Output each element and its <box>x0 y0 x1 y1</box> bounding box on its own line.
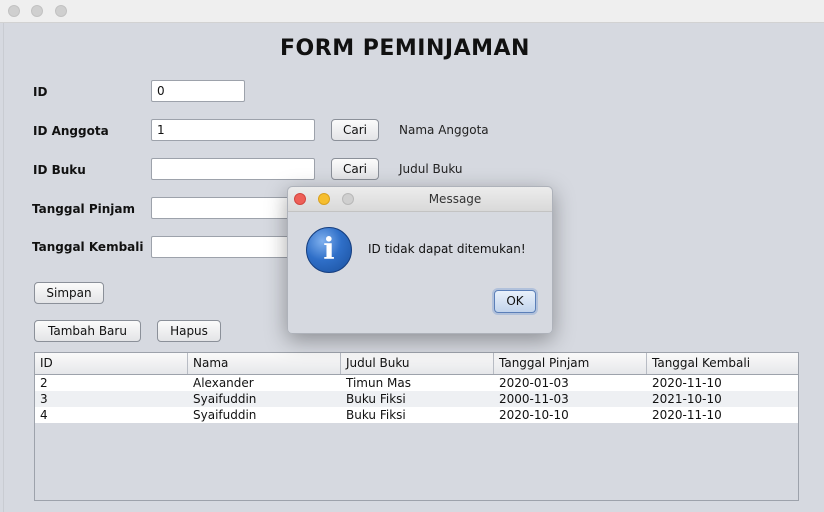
id-anggota-field[interactable]: 1 <box>151 119 315 141</box>
table-header: ID Nama Judul Buku Tanggal Pinjam Tangga… <box>35 353 798 375</box>
peminjaman-table[interactable]: ID Nama Judul Buku Tanggal Pinjam Tangga… <box>34 352 799 501</box>
table-row[interactable]: 3 Syaifuddin Buku Fiksi 2000-11-03 2021-… <box>35 391 798 407</box>
window-titlebar <box>0 0 824 23</box>
cell-id: 3 <box>40 392 48 406</box>
label-id-anggota: ID Anggota <box>33 124 109 138</box>
cell-judul-buku: Buku Fiksi <box>346 408 406 422</box>
tambah-baru-button[interactable]: Tambah Baru <box>34 320 141 342</box>
nama-anggota-label: Nama Anggota <box>399 123 489 137</box>
ok-button[interactable]: OK <box>494 290 536 313</box>
dialog-message: ID tidak dapat ditemukan! <box>368 242 526 256</box>
cell-id: 2 <box>40 376 48 390</box>
cell-nama: Syaifuddin <box>193 392 257 406</box>
cell-tanggal-kembali: 2020-11-10 <box>652 376 722 390</box>
cell-nama: Syaifuddin <box>193 408 257 422</box>
column-header-id[interactable]: ID <box>35 353 188 374</box>
id-buku-field[interactable] <box>151 158 315 180</box>
id-field[interactable]: 0 <box>151 80 245 102</box>
close-window-button[interactable] <box>8 5 20 17</box>
cell-judul-buku: Timun Mas <box>346 376 411 390</box>
cell-tanggal-pinjam: 2020-01-03 <box>499 376 569 390</box>
cell-nama: Alexander <box>193 376 254 390</box>
cell-judul-buku: Buku Fiksi <box>346 392 406 406</box>
label-tanggal-kembali: Tanggal Kembali <box>32 240 144 254</box>
page-title: FORM PEMINJAMAN <box>280 36 530 61</box>
table-row[interactable]: 4 Syaifuddin Buku Fiksi 2020-10-10 2020-… <box>35 407 798 423</box>
cell-tanggal-pinjam: 2000-11-03 <box>499 392 569 406</box>
cell-id: 4 <box>40 408 48 422</box>
column-header-tanggal-kembali[interactable]: Tanggal Kembali <box>647 353 798 374</box>
zoom-window-button[interactable] <box>55 5 67 17</box>
column-header-judul-buku[interactable]: Judul Buku <box>341 353 494 374</box>
cari-buku-button[interactable]: Cari <box>331 158 379 180</box>
judul-buku-label: Judul Buku <box>399 162 463 176</box>
simpan-button[interactable]: Simpan <box>34 282 104 304</box>
label-id-buku: ID Buku <box>33 163 86 177</box>
message-dialog: Message i ID tidak dapat ditemukan! OK <box>287 186 553 334</box>
label-tanggal-pinjam: Tanggal Pinjam <box>32 202 136 216</box>
column-header-nama[interactable]: Nama <box>188 353 341 374</box>
hapus-button[interactable]: Hapus <box>157 320 221 342</box>
cell-tanggal-kembali: 2020-11-10 <box>652 408 722 422</box>
minimize-window-button[interactable] <box>31 5 43 17</box>
dialog-title: Message <box>428 192 482 206</box>
column-header-tanggal-pinjam[interactable]: Tanggal Pinjam <box>494 353 647 374</box>
cari-anggota-button[interactable]: Cari <box>331 119 379 141</box>
cell-tanggal-kembali: 2021-10-10 <box>652 392 722 406</box>
table-row[interactable]: 2 Alexander Timun Mas 2020-01-03 2020-11… <box>35 375 798 391</box>
dialog-titlebar: Message <box>288 187 552 212</box>
info-icon: i <box>306 227 352 273</box>
cell-tanggal-pinjam: 2020-10-10 <box>499 408 569 422</box>
label-id: ID <box>33 85 48 99</box>
